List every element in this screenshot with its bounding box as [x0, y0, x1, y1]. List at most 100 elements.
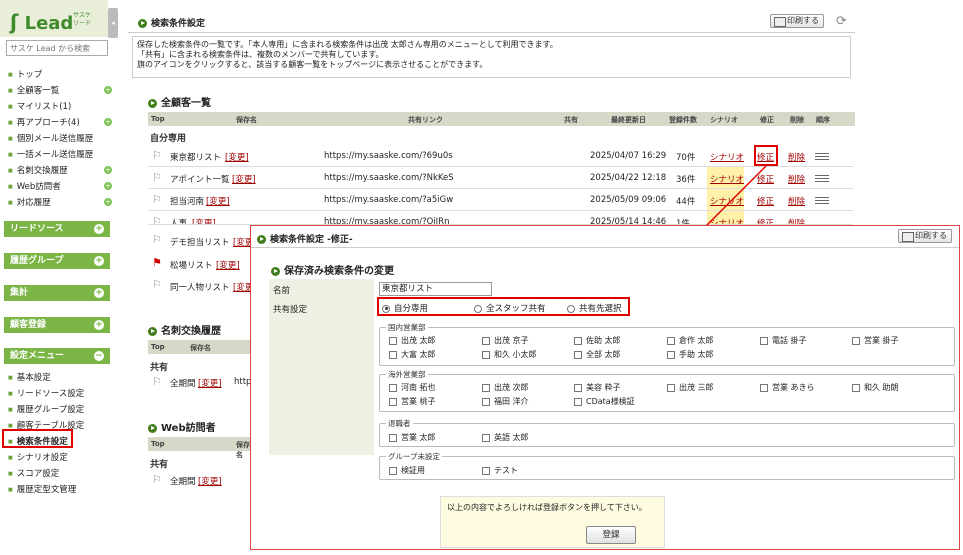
- member-checkbox[interactable]: 出茂 太郎: [389, 335, 436, 346]
- print-button[interactable]: 印刷する: [898, 229, 952, 243]
- nav-item-scenario-settings[interactable]: シナリオ設定: [8, 451, 68, 463]
- col-share: 共有: [564, 116, 578, 124]
- member-checkbox[interactable]: CData様検証: [574, 396, 635, 407]
- nav-item-history-template[interactable]: 履歴定型文管理: [8, 483, 77, 495]
- delete-link[interactable]: 削除: [788, 195, 805, 207]
- member-checkbox[interactable]: 出茂 京子: [482, 335, 529, 346]
- edit-link[interactable]: 修正: [757, 217, 774, 224]
- nav-item-score-settings[interactable]: スコア設定: [8, 467, 60, 479]
- all-customers-title: 全顧客一覧: [148, 94, 211, 109]
- member-checkbox[interactable]: 営業 太郎: [389, 432, 436, 443]
- collapse-sidebar-icon[interactable]: ◂: [108, 8, 118, 38]
- nav-item-history-group-settings[interactable]: 履歴グループ設定: [8, 403, 85, 415]
- scenario-link[interactable]: シナリオ: [710, 173, 744, 185]
- edit-link[interactable]: 修正: [757, 195, 774, 207]
- rename-link[interactable]: [変更]: [216, 259, 240, 271]
- member-checkbox[interactable]: 全部 太郎: [574, 349, 621, 360]
- group-legend: 退職者: [386, 418, 413, 429]
- row-date: 2025/04/22 12:18: [590, 173, 667, 183]
- delete-link[interactable]: 削除: [788, 173, 805, 185]
- refresh-icon[interactable]: ⟳: [836, 14, 847, 29]
- nav-item-all-customers[interactable]: 全顧客一覧: [8, 84, 60, 96]
- member-checkbox[interactable]: 福田 洋介: [482, 396, 529, 407]
- nav-item-mylist[interactable]: マイリスト(1): [8, 100, 72, 112]
- name-label: 名前: [273, 286, 291, 296]
- add-icon[interactable]: +: [104, 198, 112, 206]
- drag-handle-icon[interactable]: [815, 153, 829, 160]
- member-checkbox[interactable]: 和久 助朗: [852, 382, 899, 393]
- flag-icon[interactable]: ⚐: [152, 171, 162, 184]
- nav-item-lead-source-settings[interactable]: リードソース設定: [8, 387, 85, 399]
- flag-icon[interactable]: ⚐: [152, 473, 162, 486]
- share-link: https://my.saaske.com/?OjJRn: [324, 217, 450, 225]
- scenario-link[interactable]: シナリオ: [710, 195, 744, 207]
- member-checkbox[interactable]: 英語 太郎: [482, 432, 529, 443]
- flag-icon[interactable]: ⚐: [152, 149, 162, 162]
- section-history-group[interactable]: 履歴グループ +: [4, 253, 110, 269]
- nav-item-top[interactable]: トップ: [8, 68, 43, 80]
- member-checkbox[interactable]: 佐助 太郎: [574, 335, 621, 346]
- dialog-header: 検索条件設定 -修正-: [251, 226, 959, 248]
- member-checkbox[interactable]: 河南 拓也: [389, 382, 436, 393]
- member-checkbox[interactable]: テスト: [482, 465, 518, 476]
- drag-handle-icon[interactable]: [815, 197, 829, 204]
- row-date: 2025/04/07 16:29: [590, 151, 667, 161]
- rename-link[interactable]: [変更]: [232, 173, 256, 185]
- section-customer-register[interactable]: 顧客登録 +: [4, 317, 110, 333]
- drag-handle-icon[interactable]: [815, 175, 829, 182]
- arrow-circle-icon: [148, 326, 157, 336]
- section-lead-source[interactable]: リードソース +: [4, 221, 110, 237]
- add-icon[interactable]: +: [104, 182, 112, 190]
- nav-item-individual-mail[interactable]: 個別メール送信履歴: [8, 132, 94, 144]
- rename-link[interactable]: [変更]: [206, 195, 230, 207]
- member-checkbox[interactable]: 電話 掛子: [760, 335, 807, 346]
- member-checkbox[interactable]: 出茂 次郎: [482, 382, 529, 393]
- register-button[interactable]: 登録: [586, 526, 636, 544]
- member-checkbox[interactable]: 和久 小太郎: [482, 349, 537, 360]
- confirm-message: 以上の内容でよろしければ登録ボタンを押して下さい。: [447, 503, 647, 512]
- member-checkbox[interactable]: 大富 太郎: [389, 349, 436, 360]
- member-checkbox[interactable]: 営業 掛子: [852, 335, 899, 346]
- nav-item-history[interactable]: 対応履歴: [8, 196, 51, 208]
- nav-item-reapproach[interactable]: 再アプローチ(4): [8, 116, 80, 128]
- delete-link[interactable]: 削除: [788, 151, 805, 163]
- scenario-link[interactable]: シナリオ: [710, 151, 744, 163]
- col-link: 共有リンク: [408, 116, 443, 124]
- rename-link[interactable]: [変更]: [192, 217, 216, 224]
- member-checkbox[interactable]: 営業 桃子: [389, 396, 436, 407]
- flag-icon[interactable]: ⚐: [152, 215, 162, 224]
- section-aggregate[interactable]: 集計 +: [4, 285, 110, 301]
- flag-icon[interactable]: ⚐: [152, 375, 162, 388]
- flag-icon[interactable]: ⚐: [152, 193, 162, 206]
- member-checkbox[interactable]: 手助 太郎: [667, 349, 714, 360]
- flag-icon[interactable]: ⚐: [152, 278, 162, 291]
- logo[interactable]: ʃ Lead: [10, 10, 73, 34]
- nav-item-bulk-mail[interactable]: 一括メール送信履歴: [8, 148, 94, 160]
- nav-item-basic-settings[interactable]: 基本設定: [8, 371, 51, 383]
- section-settings-menu[interactable]: 設定メニュー −: [4, 348, 110, 364]
- member-checkbox[interactable]: 美容 粋子: [574, 382, 621, 393]
- add-icon[interactable]: +: [104, 118, 112, 126]
- flag-icon[interactable]: ⚐: [152, 233, 162, 246]
- nav-item-web-visitors[interactable]: Web訪問者: [8, 180, 61, 192]
- nav-item-card-exchange[interactable]: 名刺交換履歴: [8, 164, 68, 176]
- member-checkbox[interactable]: 出茂 三郎: [667, 382, 714, 393]
- delete-link[interactable]: 削除: [788, 217, 805, 224]
- sidebar-search-input[interactable]: [6, 40, 108, 56]
- member-checkbox[interactable]: 倉作 太郎: [667, 335, 714, 346]
- sidebar: ʃ Lead サスケ リード ◂ トップ 全顧客一覧 + マイリスト(1) 再ア…: [0, 0, 118, 555]
- rename-link[interactable]: [変更]: [198, 475, 222, 487]
- edit-link[interactable]: 修正: [757, 173, 774, 185]
- member-checkbox[interactable]: 検証用: [389, 465, 425, 476]
- card-exchange-title: 名刺交換履歴: [148, 322, 221, 337]
- rename-link[interactable]: [変更]: [225, 151, 249, 163]
- row-name: 人事: [170, 219, 188, 225]
- rename-link[interactable]: [変更]: [198, 377, 222, 389]
- add-icon[interactable]: +: [104, 86, 112, 94]
- add-icon[interactable]: +: [104, 166, 112, 174]
- print-button[interactable]: 印刷する: [770, 14, 824, 28]
- scenario-link[interactable]: シナリオ: [710, 217, 744, 224]
- flag-active-icon[interactable]: ⚑: [152, 256, 162, 269]
- name-input[interactable]: 東京都リスト: [379, 282, 492, 296]
- member-checkbox[interactable]: 営業 あきら: [760, 382, 815, 393]
